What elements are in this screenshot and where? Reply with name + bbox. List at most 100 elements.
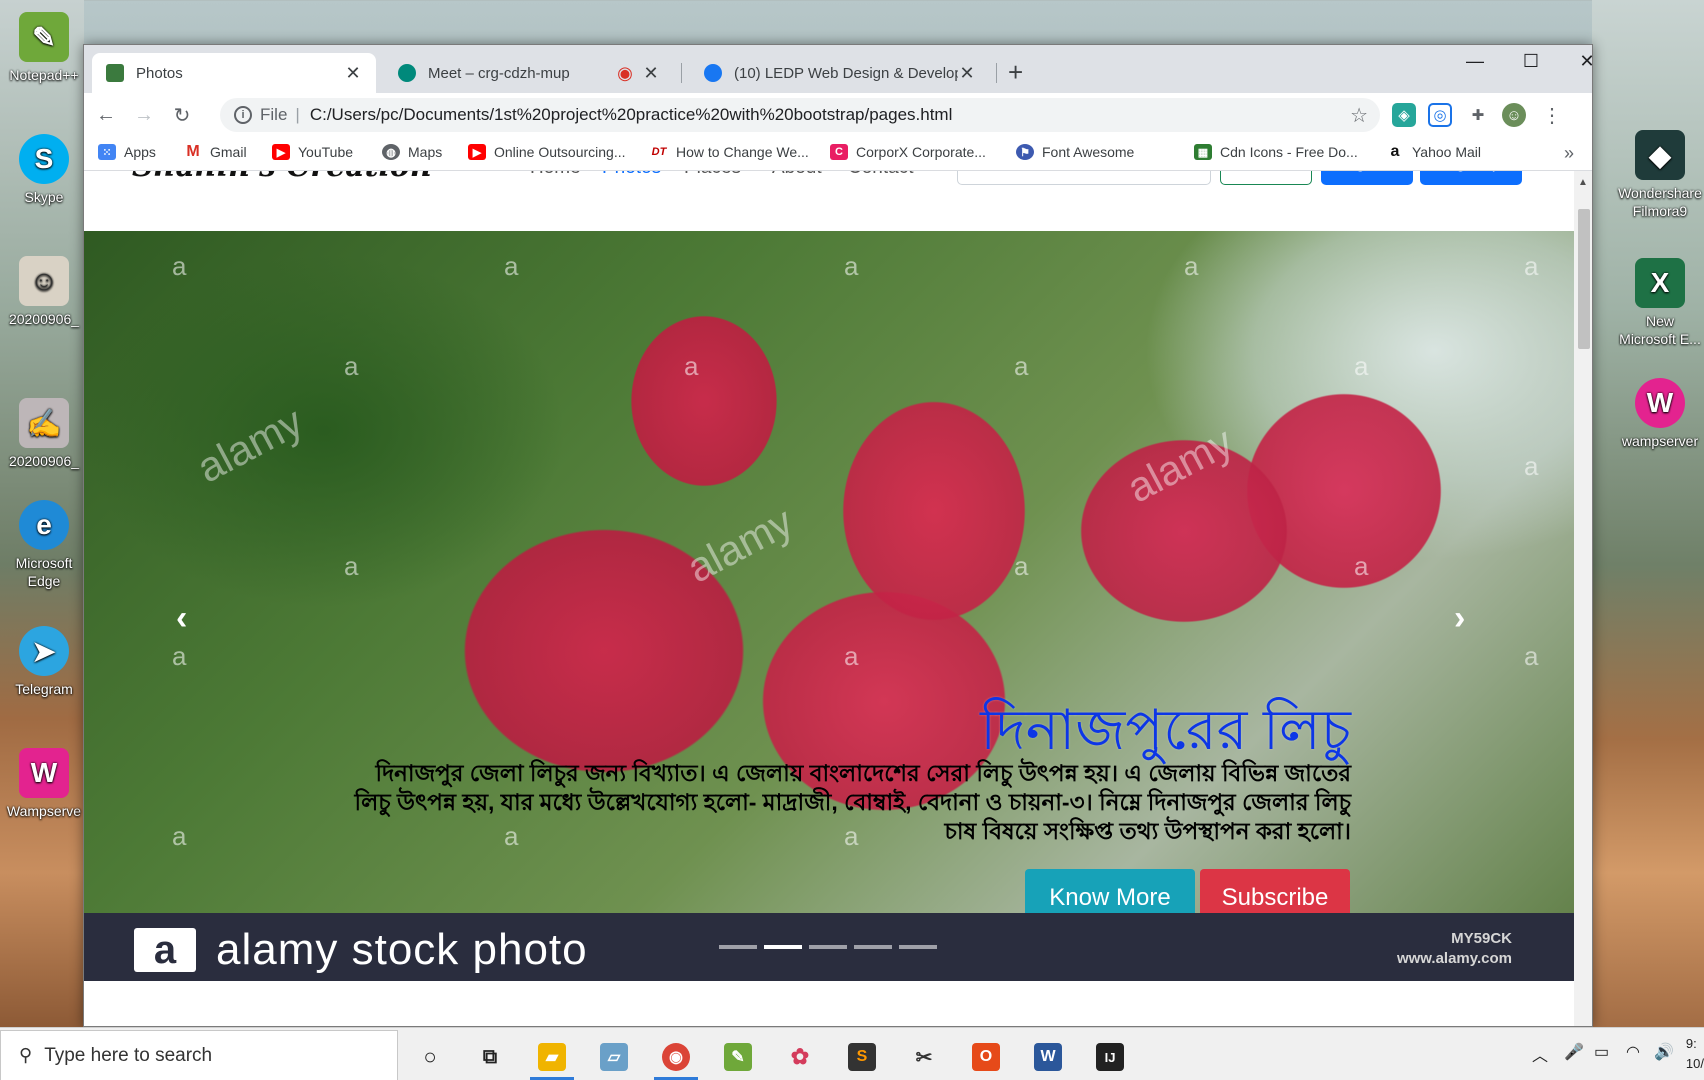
- bookmark-youtube[interactable]: ▶ YouTube: [272, 144, 353, 160]
- desktop-icon-photo-1[interactable]: ☺ 20200906_: [0, 256, 88, 328]
- sign-up-button[interactable]: Sign Up: [1420, 171, 1522, 185]
- carousel-indicator[interactable]: [809, 945, 847, 949]
- scroll-up-icon[interactable]: ▲: [1578, 177, 1588, 188]
- nav-home[interactable]: Home: [530, 171, 581, 179]
- desktop-icon-label: wampserver: [1621, 433, 1699, 449]
- close-tab-icon[interactable]: ✕: [344, 63, 362, 84]
- paint-3d-icon[interactable]: ✿: [774, 1034, 826, 1080]
- tray-chevron-icon[interactable]: ︿: [1532, 1042, 1548, 1066]
- taskbar-search-placeholder: Type here to search: [44, 1044, 213, 1066]
- carousel-indicator[interactable]: [899, 945, 937, 949]
- bookmark-yahoo-mail[interactable]: a Yahoo Mail: [1386, 143, 1482, 160]
- alamy-site: www.alamy.com: [1396, 950, 1512, 967]
- extension-green-icon[interactable]: ◈: [1392, 103, 1416, 127]
- file-explorer-icon[interactable]: ▰: [526, 1034, 578, 1080]
- task-view-icon[interactable]: ⧉: [464, 1034, 516, 1080]
- bookmark-apps[interactable]: ⁙ Apps: [98, 144, 156, 160]
- battery-icon[interactable]: ▭: [1594, 1042, 1609, 1062]
- watermark-letter: a: [172, 641, 187, 671]
- tab-photos[interactable]: Photos ✕: [92, 53, 376, 93]
- volume-icon[interactable]: 🔊: [1654, 1042, 1674, 1062]
- bookmarks-overflow-icon[interactable]: »: [1564, 143, 1574, 164]
- desktop-icon-photo-2[interactable]: ✍ 20200906_: [0, 398, 88, 470]
- close-tab-icon[interactable]: ✕: [958, 63, 976, 84]
- carousel-indicator[interactable]: [854, 945, 892, 949]
- desktop-icon-label: New Microsoft E...: [1619, 313, 1701, 347]
- bookmark-online-outsourcing[interactable]: ▶ Online Outsourcing...: [468, 144, 626, 160]
- sign-in-button[interactable]: Sign In: [1321, 171, 1413, 185]
- youtube-icon: ▶: [272, 144, 290, 160]
- profile-avatar[interactable]: ☺: [1502, 103, 1526, 127]
- close-window-button[interactable]: ✕: [1564, 51, 1592, 72]
- bookmark-star-icon[interactable]: ☆: [1350, 103, 1368, 128]
- notepad-plus-icon[interactable]: ✎: [712, 1034, 764, 1080]
- info-icon[interactable]: i: [234, 106, 252, 124]
- word-icon[interactable]: W: [1022, 1034, 1074, 1080]
- carousel-prev-icon[interactable]: ‹: [176, 599, 187, 638]
- desktop-icon-wampserver-right[interactable]: W wampserver: [1616, 378, 1704, 450]
- cortana-icon[interactable]: ○: [404, 1034, 456, 1080]
- bookmark-cdn-icons[interactable]: ▦ Cdn Icons - Free Do...: [1194, 144, 1358, 160]
- desktop-icon-label: Wampserve: [6, 803, 82, 819]
- taskbar-search-box[interactable]: ⚲ Type here to search: [0, 1030, 398, 1080]
- wampserver-icon: W: [1635, 378, 1685, 428]
- recording-icon: ◉: [617, 62, 633, 83]
- site-search-input[interactable]: Search: [957, 171, 1211, 185]
- wifi-icon[interactable]: ◠: [1626, 1042, 1640, 1062]
- minimize-button[interactable]: —: [1452, 51, 1498, 72]
- page-scrollbar[interactable]: ▲: [1574, 171, 1592, 1026]
- reload-icon[interactable]: ↻: [168, 101, 196, 129]
- menu-kebab-icon[interactable]: ⋮: [1540, 103, 1564, 127]
- new-tab-button[interactable]: +: [1008, 59, 1023, 85]
- scroll-thumb[interactable]: [1578, 209, 1590, 349]
- nav-photos[interactable]: Photos: [602, 171, 661, 179]
- nav-about[interactable]: About: [772, 171, 822, 179]
- watermark-letter: a: [344, 551, 359, 581]
- desktop-icon-excel[interactable]: X New Microsoft E...: [1616, 258, 1704, 348]
- desktop-icon-telegram[interactable]: ➤ Telegram: [0, 626, 88, 698]
- site-brand[interactable]: Shahin's Creation: [132, 171, 432, 184]
- snipping-icon[interactable]: ✂: [898, 1034, 950, 1080]
- watermark-letter: a: [1354, 551, 1369, 581]
- tab-ledp[interactable]: (10) LEDP Web Design & Develop ✕: [690, 53, 990, 93]
- nav-contact[interactable]: Contact: [848, 171, 913, 179]
- bookmark-gmail[interactable]: M Gmail: [184, 143, 247, 160]
- nav-places[interactable]: Places: [684, 171, 741, 179]
- forward-arrow-icon[interactable]: →: [130, 101, 158, 129]
- bookmark-how-to-change[interactable]: DT How to Change We...: [650, 144, 809, 160]
- system-clock[interactable]: 9: 10/: [1686, 1034, 1704, 1074]
- chrome-icon[interactable]: ◉: [650, 1034, 702, 1080]
- desktop-icon-notepad[interactable]: ✎ Notepad++: [0, 12, 88, 84]
- url-text[interactable]: C:/Users/pc/Documents/1st%20project%20pr…: [310, 105, 953, 125]
- site-search-button[interactable]: Search: [1220, 171, 1312, 185]
- office-icon[interactable]: O: [960, 1034, 1012, 1080]
- bookmark-corporx[interactable]: C CorporX Corporate...: [830, 144, 986, 160]
- carousel-indicator[interactable]: [764, 945, 802, 949]
- microphone-icon[interactable]: 🎤: [1564, 1042, 1584, 1062]
- back-arrow-icon[interactable]: ←: [92, 101, 120, 129]
- carousel-indicator[interactable]: [719, 945, 757, 949]
- carousel-next-icon[interactable]: ›: [1454, 599, 1465, 638]
- sublime-icon[interactable]: S: [836, 1034, 888, 1080]
- hero-carousel: a a a a a a a a a a a a a a a a a a a al…: [84, 231, 1574, 981]
- extensions-puzzle-icon[interactable]: ✚: [1466, 103, 1490, 127]
- address-bar[interactable]: i File | C:/Users/pc/Documents/1st%20pro…: [220, 98, 1380, 132]
- maximize-button[interactable]: ☐: [1508, 51, 1554, 72]
- desktop-icon-filmora[interactable]: ◆ Wondershare Filmora9: [1616, 130, 1704, 220]
- extension-camera-icon[interactable]: ◎: [1428, 103, 1452, 127]
- bookmark-font-awesome[interactable]: ⚑ Font Awesome: [1016, 144, 1134, 160]
- telegram-icon: ➤: [19, 626, 69, 676]
- desktop-icon-wampserver[interactable]: W Wampserve: [0, 748, 88, 820]
- watermark-letter: a: [172, 251, 187, 281]
- tab-meet[interactable]: Meet – crg-cdzh-mup ◉ ✕: [384, 53, 674, 93]
- close-tab-icon[interactable]: ✕: [642, 63, 660, 84]
- notepad-app-icon[interactable]: ▱: [588, 1034, 640, 1080]
- watermark-letter: a: [1014, 351, 1029, 381]
- bookmark-maps[interactable]: ◍ Maps: [382, 144, 442, 160]
- tab-strip: Photos ✕ Meet – crg-cdzh-mup ◉ ✕ (10) LE…: [84, 45, 1592, 93]
- jetbrains-icon[interactable]: IJ: [1084, 1034, 1136, 1080]
- desktop-icon-skype[interactable]: S Skype: [0, 134, 88, 206]
- alamy-logo: a alamy stock photo: [134, 925, 588, 975]
- desktop-icon-edge[interactable]: e Microsoft Edge: [0, 500, 88, 590]
- bookmark-label: Yahoo Mail: [1412, 144, 1482, 160]
